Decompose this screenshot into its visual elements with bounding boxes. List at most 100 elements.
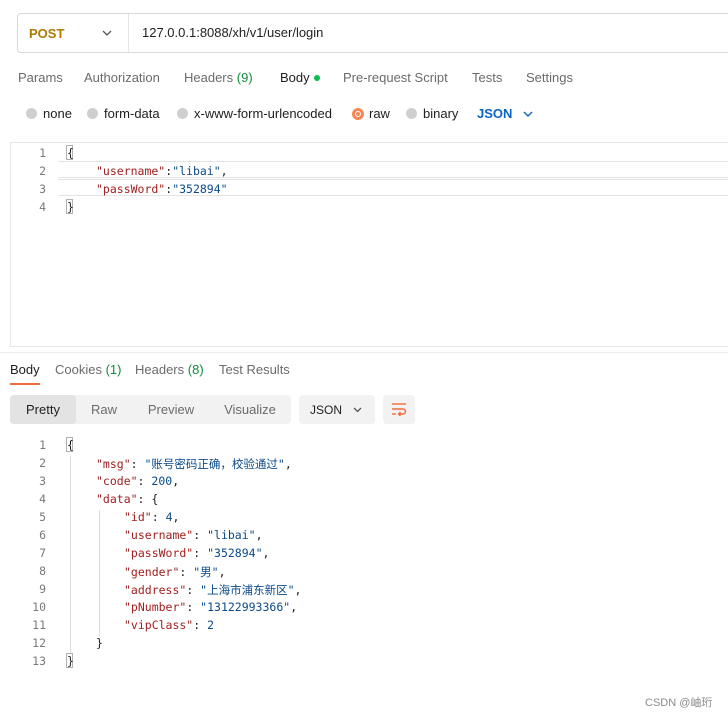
response-tab-cookies[interactable]: Cookies (1) (55, 362, 121, 377)
radio-circle (87, 108, 98, 119)
code-brace-close: } (96, 636, 103, 650)
json-colon: : (186, 583, 201, 597)
radio-circle-selected (352, 108, 364, 120)
json-value: "libai" (207, 528, 256, 542)
response-tab-test-results[interactable]: Test Results (219, 362, 290, 377)
code-line: "address": "上海市浦东新区", (124, 582, 301, 598)
view-mode-preview[interactable]: Preview (136, 395, 206, 424)
response-tab-body[interactable]: Body (10, 362, 40, 377)
json-value: "352894" (207, 546, 263, 560)
line-number: 7 (39, 546, 46, 560)
radio-circle (177, 108, 188, 119)
json-colon: : (193, 618, 208, 632)
code-brace-open: { (67, 438, 74, 452)
line-number: 2 (39, 456, 46, 470)
active-tab-underline (10, 383, 40, 385)
line-number: 1 (39, 438, 46, 452)
tab-params[interactable]: Params (18, 70, 63, 85)
code-brace-close: } (67, 200, 74, 214)
json-comma: , (172, 474, 180, 488)
json-key: "code" (96, 474, 138, 488)
line-number: 9 (39, 582, 46, 596)
radio-form-data-label: form-data (104, 106, 160, 121)
json-key: "msg" (96, 457, 131, 471)
line-number: 4 (39, 492, 46, 506)
json-colon: : (151, 510, 166, 524)
tab-authorization[interactable]: Authorization (84, 70, 160, 85)
json-colon: : (193, 528, 208, 542)
json-key: "username" (96, 164, 166, 178)
code-line: "code": 200, (96, 474, 179, 488)
response-tab-cookies-label: Cookies (55, 362, 102, 377)
chevron-down-icon (102, 30, 112, 36)
json-colon: : (193, 546, 208, 560)
line-number: 6 (39, 528, 46, 542)
code-line: "username": "libai", (124, 528, 263, 542)
tab-body[interactable]: Body (280, 70, 320, 85)
code-line: "id": 4, (124, 510, 179, 524)
radio-binary-label: binary (423, 106, 459, 121)
json-value: 200 (151, 474, 173, 488)
json-comma: , (255, 528, 263, 542)
json-key: "gender" (124, 565, 180, 579)
body-indicator-dot (313, 74, 320, 81)
json-comma: , (220, 164, 228, 178)
code-line: "msg": "账号密码正确，校验通过", (96, 456, 292, 472)
response-format-dropdown[interactable]: JSON (299, 395, 375, 424)
body-format-dropdown[interactable]: JSON (477, 106, 512, 121)
radio-raw-label: raw (369, 106, 390, 121)
line-number: 3 (39, 182, 46, 196)
tab-settings[interactable]: Settings (526, 70, 573, 85)
code-line: "username":"libai", (96, 164, 228, 178)
line-number: 4 (39, 200, 46, 214)
tab-body-label: Body (280, 70, 310, 85)
response-tab-headers[interactable]: Headers (8) (135, 362, 204, 377)
json-key: "address" (124, 583, 187, 597)
wrap-lines-button[interactable] (383, 395, 415, 424)
method-label: POST (29, 26, 65, 41)
panel-divider[interactable] (0, 352, 728, 353)
code-brace-close: } (67, 654, 74, 668)
line-number: 12 (32, 636, 46, 650)
view-mode-raw[interactable]: Raw (76, 395, 132, 424)
json-key: "username" (124, 528, 194, 542)
line-number: 13 (32, 654, 46, 668)
tab-pre-request-script[interactable]: Pre-request Script (343, 70, 448, 85)
code-line: "data": { (96, 492, 158, 506)
json-value: 2 (207, 618, 215, 632)
line-number: 2 (39, 164, 46, 178)
indent-guide (99, 510, 100, 636)
view-mode-selector: Pretty Raw Preview Visualize (10, 395, 291, 424)
response-tab-headers-count: (8) (187, 362, 204, 377)
code-line: "passWord":"352894" (96, 182, 228, 196)
view-mode-visualize[interactable]: Visualize (214, 395, 286, 424)
json-key: "passWord" (124, 546, 194, 560)
json-value: "账号密码正确，校验通过" (144, 457, 285, 471)
json-value: 4 (165, 510, 173, 524)
json-comma: , (172, 510, 180, 524)
line-number: 8 (39, 564, 46, 578)
radio-circle (406, 108, 417, 119)
json-colon: : (137, 492, 152, 506)
request-url-bar: POST 127.0.0.1:8088/xh/v1/user/login (17, 13, 728, 53)
json-value: "13122993366" (200, 600, 291, 614)
json-comma: , (284, 457, 292, 471)
url-input[interactable]: 127.0.0.1:8088/xh/v1/user/login (142, 25, 323, 40)
line-number: 3 (39, 474, 46, 488)
json-colon: : (130, 457, 145, 471)
json-comma: , (294, 583, 302, 597)
method-selector[interactable]: POST (18, 14, 129, 52)
radio-urlencoded-label: x-www-form-urlencoded (194, 106, 332, 121)
json-key: "data" (96, 492, 138, 506)
chevron-down-icon[interactable] (521, 107, 535, 121)
line-number: 11 (32, 618, 46, 632)
tab-tests[interactable]: Tests (472, 70, 502, 85)
tab-headers[interactable]: Headers (9) (184, 70, 253, 85)
view-mode-pretty[interactable]: Pretty (10, 395, 76, 424)
watermark: CSDN @岫珩 (645, 697, 713, 709)
json-brace: { (151, 492, 159, 506)
code-brace-open: { (67, 146, 74, 160)
json-key: "vipClass" (124, 618, 194, 632)
json-value: "上海市浦东新区" (200, 583, 295, 597)
code-line: "pNumber": "13122993366", (124, 600, 297, 614)
